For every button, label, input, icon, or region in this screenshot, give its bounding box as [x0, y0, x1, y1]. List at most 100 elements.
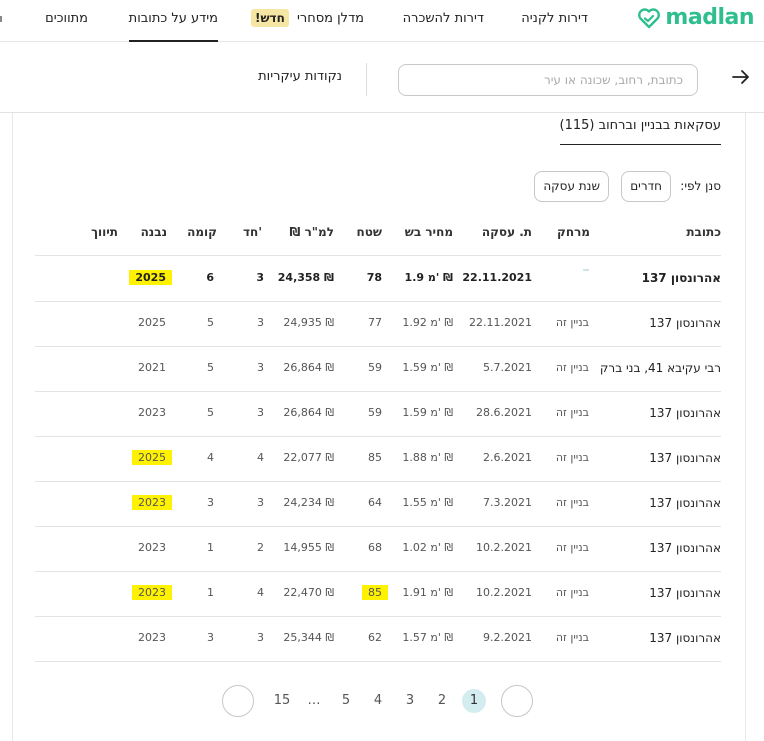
col-header-ppsm[interactable]: ₪ למ"ר: [290, 225, 334, 239]
page-3[interactable]: 3: [400, 688, 420, 714]
cell-ppsm: 24,935 ₪: [283, 316, 334, 329]
cell-address: אהרונסון 137: [649, 631, 721, 645]
cell-price: 1.88 מ' ₪: [402, 451, 453, 464]
key-points-tab[interactable]: נקודות עיקריות: [200, 69, 342, 84]
cell-built: 2023: [132, 495, 172, 510]
cell-rooms: 3: [257, 316, 264, 329]
nav-address-info-label: מידע על כתובות: [128, 11, 218, 26]
col-header-rooms[interactable]: חד': [243, 225, 262, 239]
col-header-area[interactable]: שטח: [357, 225, 383, 239]
cell-floor: 5: [207, 316, 214, 329]
nav-buy[interactable]: דירות לקניה: [521, 0, 588, 42]
prev-page-button[interactable]: [222, 685, 254, 717]
cell-price: 1.57 מ' ₪: [402, 631, 453, 644]
page-4[interactable]: 4: [368, 688, 388, 714]
cell-built: 2025: [132, 450, 172, 465]
cell-floor: 1: [207, 586, 214, 599]
cell-floor: 5: [207, 406, 214, 419]
page-1-current[interactable]: 1: [462, 689, 486, 713]
nav-overflow-edge: [0, 16, 2, 22]
new-badge: חדש!: [250, 9, 289, 27]
cell-floor: 1: [207, 541, 214, 554]
cell-area: 68: [368, 541, 382, 554]
filter-chip-year[interactable]: שנת עסקה: [534, 171, 609, 202]
cell-rooms: 3: [257, 406, 264, 419]
cell-ppsm: 22,077 ₪: [283, 451, 334, 464]
nav-commercial-label: מדלן מסחרי: [297, 11, 364, 26]
col-header-floor[interactable]: קומה: [187, 225, 217, 239]
cell-floor: 6: [206, 271, 214, 284]
cell-address: אהרונסון 137: [649, 586, 721, 600]
cell-price: 1.91 מ' ₪: [402, 586, 453, 599]
cell-area: 64: [368, 496, 382, 509]
nav-agents[interactable]: מתווכים: [45, 0, 88, 42]
arrow-right-icon[interactable]: [732, 68, 750, 86]
cell-price: 1.59 מ' ₪: [402, 361, 453, 374]
col-header-built[interactable]: נבנה: [141, 225, 167, 239]
cell-floor: 3: [207, 496, 214, 509]
page-2[interactable]: 2: [432, 688, 452, 714]
madlan-logo-icon: [638, 7, 661, 28]
nav-buy-label: דירות לקניה: [521, 11, 588, 26]
cell-date: 10.2.2021: [476, 586, 532, 599]
section-title: עסקאות בבניין וברחוב (115): [559, 118, 721, 145]
col-header-address[interactable]: כתובת: [686, 225, 721, 239]
search-row: נקודות עיקריות: [0, 43, 764, 113]
row-divider: [35, 481, 721, 482]
next-page-button[interactable]: [501, 685, 533, 717]
cell-floor: 5: [207, 361, 214, 374]
filter-chip-rooms[interactable]: חדרים: [621, 171, 671, 202]
cell-built: 2023: [132, 585, 172, 600]
cell-address: אהרונסון 137: [649, 541, 721, 555]
cell-date: 2.6.2021: [483, 451, 532, 464]
cell-ppsm: 22,470 ₪: [283, 586, 334, 599]
cell-price: 1.92 מ' ₪: [402, 316, 453, 329]
cell-ppsm: 24,234 ₪: [283, 496, 334, 509]
row-divider: [35, 346, 721, 347]
cell-price: 1.9 מ' ₪: [404, 271, 453, 284]
cell-rooms: 3: [257, 496, 264, 509]
cell-rooms: 3: [257, 631, 264, 644]
row-divider: [35, 436, 721, 437]
col-header-price[interactable]: מחיר בש: [405, 225, 453, 239]
cell-ppsm: 25,344 ₪: [283, 631, 334, 644]
search-input[interactable]: [398, 64, 698, 96]
cell-area: 59: [368, 361, 382, 374]
cell-date: 28.6.2021: [476, 406, 532, 419]
cell-floor: 3: [207, 631, 214, 644]
brand-logo[interactable]: madlan: [637, 5, 754, 30]
cell-address: אהרונסון 137: [641, 271, 721, 285]
col-header-date[interactable]: ת. עסקה: [482, 225, 532, 239]
cell-built: 2021: [138, 361, 166, 374]
row-divider: [35, 391, 721, 392]
cell-distance: בניין זה: [555, 586, 589, 599]
page-15[interactable]: 15: [272, 688, 292, 714]
cell-ppsm: 26,864 ₪: [283, 361, 334, 374]
cell-distance: בניין זה: [555, 631, 589, 644]
nav-address-info[interactable]: מידע על כתובות: [128, 0, 218, 42]
cell-built: 2023: [138, 631, 166, 644]
col-header-brokerage[interactable]: תיווך: [91, 225, 118, 239]
cell-address: אהרונסון 137: [649, 496, 721, 510]
page-5[interactable]: 5: [336, 688, 356, 714]
row-divider: [35, 526, 721, 527]
header-divider: [35, 255, 721, 256]
cell-address: רבי עקיבא 41, בני ברק: [599, 361, 721, 375]
row-divider: [35, 571, 721, 572]
cell-rooms: 4: [257, 451, 264, 464]
cell-date: 9.2.2021: [483, 631, 532, 644]
col-header-distance[interactable]: מרחק: [557, 225, 590, 239]
cell-built: 2023: [138, 541, 166, 554]
brand-name: madlan: [665, 5, 754, 30]
cell-date: 10.2.2021: [476, 541, 532, 554]
cell-date: 22.11.2021: [462, 271, 532, 284]
cell-distance: בניין זה: [555, 361, 589, 374]
cell-rooms: 4: [257, 586, 264, 599]
cell-area: 59: [368, 406, 382, 419]
cell-rooms: 3: [256, 271, 264, 284]
nav-rent[interactable]: דירות להשכרה: [403, 0, 484, 42]
cell-area: 85: [368, 451, 382, 464]
cell-built: 2025: [129, 270, 172, 285]
transactions-card: עסקאות בבניין וברחוב (115) סנן לפי: חדרי…: [12, 113, 746, 741]
nav-commercial[interactable]: מדלן מסחרי חדש!: [250, 0, 364, 42]
